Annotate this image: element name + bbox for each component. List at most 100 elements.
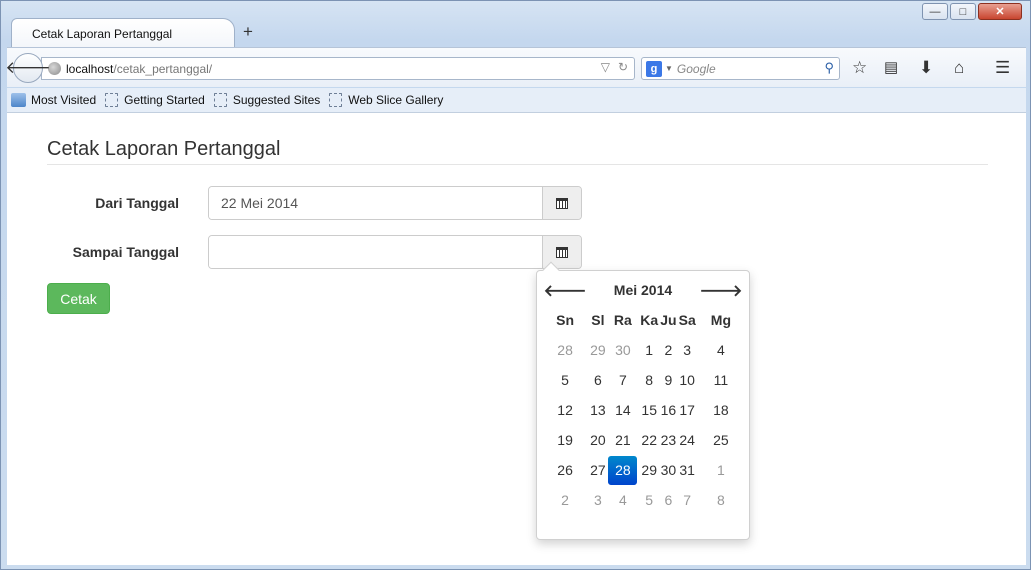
prev-month-button[interactable]: 🡐	[541, 275, 589, 305]
most-visited-icon	[11, 93, 26, 107]
weekday-header: Sa	[678, 312, 696, 328]
browser-tab[interactable]: Cetak Laporan Pertanggal	[11, 18, 235, 48]
calendar-day[interactable]: 18	[697, 395, 745, 425]
calendar-day[interactable]: 12	[541, 395, 589, 425]
calendar-week-row: 28 29 30 1 2 3 4	[541, 335, 745, 365]
selected-day-label: 28	[608, 455, 638, 485]
page-icon	[213, 93, 227, 107]
calendar-day-other-month[interactable]: 29	[589, 335, 606, 365]
bookmark-most-visited[interactable]: Most Visited	[11, 93, 96, 107]
new-tab-button[interactable]: +	[243, 22, 253, 42]
calendar-day[interactable]: 14	[607, 395, 640, 425]
page-title: Cetak Laporan Pertanggal	[47, 138, 281, 160]
calendar-day[interactable]: 4	[697, 335, 745, 365]
from-date-label: Dari Tanggal	[95, 195, 179, 211]
calendar-day[interactable]: 20	[589, 425, 606, 455]
calendar-day-selected[interactable]: 28	[607, 455, 640, 485]
navigation-toolbar: localhost/cetak_pertanggal/ ▽ ↻ 🡐 g ▼ Go…	[5, 47, 1026, 87]
calendar-day-other-month[interactable]: 7	[678, 485, 697, 515]
calendar-day-other-month[interactable]: 4	[607, 485, 640, 515]
calendar-day[interactable]: 22	[639, 425, 659, 455]
maximize-button[interactable]: □	[950, 3, 976, 20]
calendar-icon	[556, 246, 568, 258]
divider	[47, 164, 988, 165]
calendar-day[interactable]: 9	[659, 365, 677, 395]
page-content: Cetak Laporan Pertanggal Dari Tanggal Sa…	[7, 112, 1026, 565]
datepicker-popup: 🡐 Mei 2014 🡒 Sn Sl Ra Ka Ju Sa Mg 28 29 30 1 2 3 4 5 6…	[536, 261, 750, 540]
calendar-day-other-month[interactable]: 30	[607, 335, 640, 365]
calendar-day-other-month[interactable]: 3	[589, 485, 606, 515]
to-date-group	[208, 235, 582, 269]
calendar-day[interactable]: 3	[678, 335, 697, 365]
home-icon[interactable]: ⌂	[954, 58, 964, 78]
calendar-day-other-month[interactable]: 6	[659, 485, 677, 515]
window-controls: — □ ✕	[922, 3, 1022, 20]
close-button[interactable]: ✕	[978, 3, 1022, 20]
next-month-button[interactable]: 🡒	[697, 275, 745, 305]
search-icon[interactable]: ⚲	[824, 60, 834, 76]
calendar-day-other-month[interactable]: 8	[697, 485, 745, 515]
calendar-day-other-month[interactable]: 1	[697, 455, 745, 485]
calendar-day[interactable]: 13	[589, 395, 606, 425]
bookmark-star-icon[interactable]: ☆	[852, 58, 867, 78]
google-icon[interactable]: g	[646, 60, 662, 77]
calendar-day[interactable]: 27	[589, 455, 606, 485]
calendar-day[interactable]: 25	[697, 425, 745, 455]
calendar-day[interactable]: 29	[639, 455, 659, 485]
calendar-day[interactable]: 11	[697, 365, 745, 395]
calendar-day[interactable]: 6	[589, 365, 606, 395]
calendar-day[interactable]: 30	[659, 455, 677, 485]
weekday-header: Mg	[710, 312, 731, 328]
arrow-left-icon: 🡐	[5, 58, 51, 77]
bookmark-web-slice-gallery[interactable]: Web Slice Gallery	[329, 93, 443, 107]
calendar-day[interactable]: 2	[659, 335, 677, 365]
calendar-day[interactable]: 8	[639, 365, 659, 395]
calendar-day-other-month[interactable]: 2	[541, 485, 589, 515]
bookmarks-list-icon[interactable]: ▤	[884, 58, 898, 78]
bookmarks-toolbar: Most Visited Getting Started Suggested S…	[7, 88, 1026, 112]
from-date-calendar-button[interactable]	[542, 187, 581, 219]
calendar-day[interactable]: 5	[541, 365, 589, 395]
to-date-label: Sampai Tanggal	[72, 244, 179, 260]
weekday-header-row: Sn Sl Ra Ka Ju Sa Mg	[541, 305, 745, 335]
calendar-day[interactable]: 7	[607, 365, 640, 395]
calendar-day[interactable]: 24	[678, 425, 697, 455]
bookmark-suggested-sites[interactable]: Suggested Sites	[213, 93, 320, 107]
reload-icon[interactable]: ↻	[618, 60, 628, 74]
from-date-group	[208, 186, 582, 220]
address-bar[interactable]: localhost/cetak_pertanggal/ ▽ ↻	[41, 57, 635, 80]
calendar-day[interactable]: 19	[541, 425, 589, 455]
menu-icon[interactable]: ☰	[995, 58, 1010, 78]
calendar-day[interactable]: 16	[659, 395, 677, 425]
calendar-day[interactable]: 31	[678, 455, 697, 485]
page-icon	[329, 93, 343, 107]
dropdown-arrow-icon[interactable]: ▽	[601, 60, 610, 74]
calendar-day[interactable]: 21	[607, 425, 640, 455]
calendar-icon	[556, 197, 568, 209]
datepicker-table: 🡐 Mei 2014 🡒 Sn Sl Ra Ka Ju Sa Mg 28 29 30 1 2 3 4 5 6…	[541, 275, 745, 515]
weekday-header: Ju	[660, 312, 677, 328]
calendar-day-other-month[interactable]: 5	[639, 485, 659, 515]
calendar-day[interactable]: 1	[639, 335, 659, 365]
url-path: /cetak_pertanggal/	[113, 61, 213, 76]
calendar-day-other-month[interactable]: 28	[541, 335, 589, 365]
from-date-input[interactable]	[209, 187, 542, 219]
calendar-day[interactable]: 15	[639, 395, 659, 425]
month-switch[interactable]: Mei 2014	[589, 275, 697, 305]
minimize-button[interactable]: —	[922, 3, 948, 20]
calendar-day[interactable]: 10	[678, 365, 697, 395]
calendar-week-row: 2345678	[541, 485, 745, 515]
to-date-input[interactable]	[209, 236, 542, 268]
calendar-day[interactable]: 26	[541, 455, 589, 485]
bookmark-getting-started[interactable]: Getting Started	[105, 93, 205, 107]
calendar-day[interactable]: 23	[659, 425, 677, 455]
calendar-week-row: 26 27 28 29 30 31 1	[541, 455, 745, 485]
weekday-header: Ra	[613, 312, 632, 328]
engine-dropdown-icon[interactable]: ▼	[665, 64, 673, 73]
back-button[interactable]: 🡐	[5, 53, 51, 83]
print-button[interactable]: Cetak	[47, 283, 110, 314]
download-icon[interactable]: ⬇	[919, 58, 933, 78]
calendar-day[interactable]: 17	[678, 395, 697, 425]
search-bar[interactable]: g ▼ Google ⚲	[641, 57, 840, 80]
calendar-week-row: 5 6 7 8 9 10 11	[541, 365, 745, 395]
